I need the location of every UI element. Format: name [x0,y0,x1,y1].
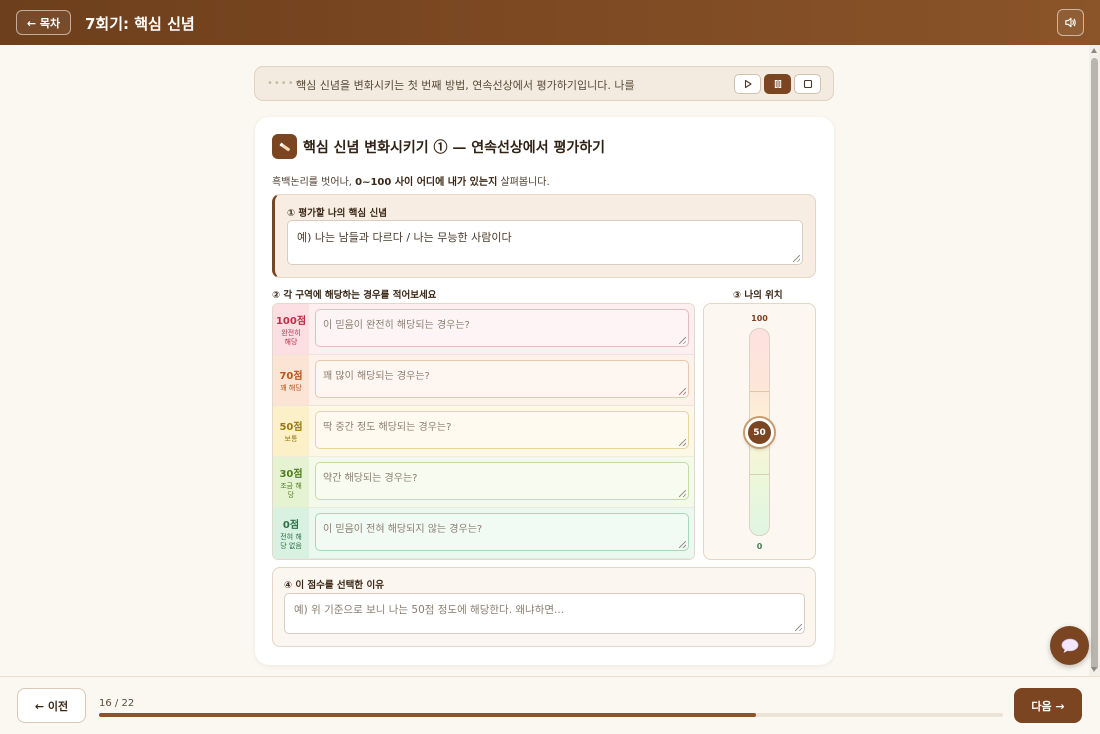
reason-label: ④ 이 점수를 선택한 이유 [284,580,384,591]
position-slider-knob[interactable]: 50 [745,418,774,447]
zone-row: 50점보통 딱 중간 정도 해당되는 경우는? [273,406,694,457]
zone-description: 완전히 해당 [281,328,301,346]
chat-bubble-icon [1061,638,1078,653]
reason-placeholder: 예) 위 기준으로 보니 나는 50점 정도에 해당한다. 왜냐하면... [294,604,565,616]
core-belief-label: ① 평가할 나의 핵심 신념 [287,208,387,219]
zone-description: 전혀 해당 없음 [280,532,302,550]
zone-row: 30점 조금 해당 약간 해당되는 경우는? [273,457,694,508]
zone-placeholder: 이 믿음이 완전히 해당되는 경우는? [323,320,470,331]
lesson-title: 7회기: 핵심 신념 [85,15,195,33]
position-panel: 100 50 0 [703,303,816,560]
scroll-down-arrow[interactable] [1091,667,1097,672]
zones-list: 100점 완전히 해당 이 믿음이 완전히 해당되는 경우는? 70점꽤 해당 꽤 많이… [272,303,695,560]
reason-input[interactable]: 예) 위 기준으로 보니 나는 50점 정도에 해당한다. 왜냐하면... [284,593,805,634]
resize-handle[interactable] [793,255,800,262]
zone-placeholder: 꽤 많이 해당되는 경우는? [323,371,430,382]
play-icon [744,79,752,89]
card-title: 핵심 신념 변화시키기 ① — 연속선상에서 평가하기 [303,140,605,156]
progress-count: 16 / 22 [99,698,135,709]
previous-button[interactable]: ← 이전 [17,688,86,723]
zone-description: 꽤 해당 [280,384,302,392]
stop-icon [803,79,812,89]
position-min-label: 0 [756,542,763,551]
zone-input[interactable]: 이 믿음이 완전히 해당되는 경우는? [315,309,689,347]
resize-handle[interactable] [679,337,686,344]
zone-description: 조금 해당 [280,481,302,499]
scrollbar-thumb[interactable] [1091,58,1098,670]
pause-icon [774,80,781,88]
card-icon-badge [272,134,297,159]
zone-row: 0점 전혀 해당 없음 이 믿음이 전혀 해당되지 않는 경우는? [273,508,694,559]
footer-bar: ← 이전 16 / 22 다음 → [0,676,1100,734]
slider-band-line [750,391,769,392]
resize-handle[interactable] [679,490,686,497]
zone-points: 70점 [279,371,303,382]
next-button[interactable]: 다음 → [1014,688,1082,723]
card-description: 흑백논리를 벗어나, 0~100 사이 어디에 내가 있는지 살펴봅니다. [272,173,550,188]
zone-points: 100점 [275,315,307,327]
core-belief-input[interactable]: 예) 나는 남들과 다르다 / 나는 무능한 사람이다 [287,220,803,265]
zone-input[interactable]: 딱 중간 정도 해당되는 경우는? [315,411,689,449]
core-belief-value: 예) 나는 남들과 다르다 / 나는 무능한 사람이다 [297,231,512,244]
chat-button[interactable] [1050,626,1089,665]
back-to-contents-button[interactable]: ← 목차 [16,10,71,35]
sound-button[interactable] [1057,9,1084,36]
desc-emphasis: 0~100 사이 어디에 내가 있는지 [355,177,498,188]
zone-placeholder: 이 믿음이 전혀 해당되지 않는 경우는? [323,524,483,535]
zone-placeholder: 약간 해당되는 경우는? [323,473,418,484]
scroll-up-arrow[interactable] [1091,48,1097,53]
zone-placeholder: 딱 중간 정도 해당되는 경우는? [323,422,452,433]
zone-points: 50점 [279,422,303,433]
zone-score: 30점 조금 해당 [273,457,309,507]
desc-suffix: 살펴봅니다. [497,177,550,188]
exercise-card: 핵심 신념 변화시키기 ① — 연속선상에서 평가하기 흑백논리를 벗어나, 0… [255,117,834,665]
zone-score: 70점꽤 해당 [273,355,309,405]
reason-section: ④ 이 점수를 선택한 이유 예) 위 기준으로 보니 나는 50점 정도에 해… [272,567,816,647]
zone-points: 0점 [282,519,300,531]
resize-handle[interactable] [679,439,686,446]
zone-input[interactable]: 이 믿음이 전혀 해당되지 않는 경우는? [315,513,689,551]
zone-score: 50점보통 [273,406,309,456]
zone-points: 30점 [279,468,303,480]
progress-bar [99,713,1003,717]
zone-row: 70점꽤 해당 꽤 많이 해당되는 경우는? [273,355,694,406]
top-bar: ← 목차 7회기: 핵심 신념 [0,0,1100,45]
zone-row: 100점 완전히 해당 이 믿음이 완전히 해당되는 경우는? [273,304,694,355]
pencil-icon [279,142,290,151]
tts-play-button[interactable] [734,74,761,94]
zone-input[interactable]: 꽤 많이 해당되는 경우는? [315,360,689,398]
position-label: ③ 나의 위치 [733,290,783,301]
zone-score: 0점 전혀 해당 없음 [273,508,309,558]
tts-pause-button[interactable] [764,74,791,94]
zone-score: 100점 완전히 해당 [273,304,309,354]
progress-bar-fill [99,713,757,717]
core-belief-section: ① 평가할 나의 핵심 신념 예) 나는 남들과 다르다 / 나는 무능한 사람… [272,194,816,278]
zones-label: ② 각 구역에 해당하는 경우를 적어보세요 [272,290,437,301]
resize-handle[interactable] [679,541,686,548]
desc-prefix: 흑백논리를 벗어나, [272,177,356,188]
resize-handle[interactable] [679,388,686,395]
tts-bar: •••••• 핵심 신념을 변화시키는 첫 번째 방법, 연속선상에서 평가하기… [254,66,834,101]
tts-stop-button[interactable] [794,74,821,94]
slider-band-line [750,474,769,475]
resize-handle[interactable] [795,624,802,631]
zone-input[interactable]: 약간 해당되는 경우는? [315,462,689,500]
speaker-icon [1065,17,1076,28]
position-max-label: 100 [751,314,768,323]
tts-caption: 핵심 신념을 변화시키는 첫 번째 방법, 연속선상에서 평가하기입니다. 나를… [296,79,636,92]
zone-description: 보통 [284,435,298,443]
